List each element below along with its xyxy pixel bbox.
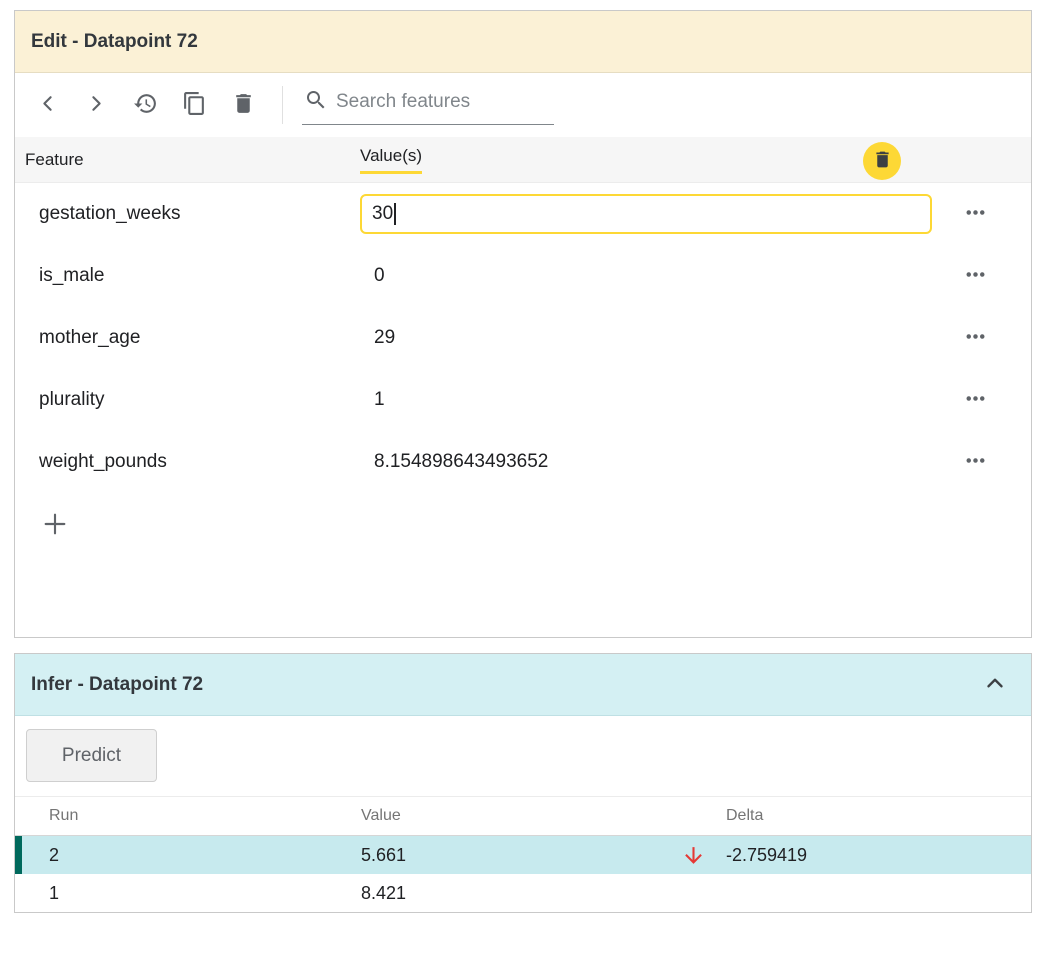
next-datapoint-button[interactable] [76, 85, 116, 125]
feature-row: is_male 0 [15, 245, 1031, 307]
feature-row-menu-button[interactable] [941, 323, 1031, 353]
feature-row: weight_pounds 8.154898643493652 [15, 431, 1031, 493]
edit-panel-title: Edit - Datapoint 72 [31, 31, 198, 53]
delta-value: -2.759419 [726, 845, 807, 866]
edit-datapoint-panel: Edit - Datapoint 72 [14, 10, 1032, 638]
prediction-value: 5.661 [361, 845, 406, 865]
feature-value[interactable]: 1 [360, 389, 385, 411]
feature-value-input[interactable]: 30 [360, 194, 932, 234]
trash-icon [872, 149, 893, 173]
feature-row: mother_age 29 [15, 307, 1031, 369]
history-icon [133, 91, 158, 119]
feature-column-header: Feature [25, 150, 84, 169]
arrow-down-icon [661, 843, 726, 868]
collapse-panel-button[interactable] [975, 665, 1015, 705]
history-button[interactable] [125, 85, 165, 125]
value-column-header: Value(s) [360, 146, 422, 174]
edit-panel-header: Edit - Datapoint 72 [15, 11, 1031, 73]
search-features-input[interactable] [336, 91, 552, 113]
value-column-header: Value [361, 807, 401, 824]
chevron-right-icon [84, 91, 109, 119]
more-horiz-icon [962, 447, 989, 477]
prediction-value: 8.421 [361, 883, 406, 903]
toolbar-divider [282, 86, 283, 124]
chevron-left-icon [35, 91, 60, 119]
duplicate-button[interactable] [174, 85, 214, 125]
text-caret [394, 203, 396, 225]
delete-datapoint-button[interactable] [223, 85, 263, 125]
prev-datapoint-button[interactable] [27, 85, 67, 125]
run-number: 2 [49, 845, 59, 865]
feature-name: weight_pounds [39, 451, 167, 472]
feature-value: 30 [372, 203, 393, 225]
feature-rows: gestation_weeks 30 is_male 0 mother_ [15, 183, 1031, 493]
search-icon [304, 88, 328, 117]
delete-feature-button[interactable] [863, 142, 901, 180]
feature-value[interactable]: 8.154898643493652 [360, 451, 548, 473]
inference-table: Run Value Delta 2 5.661 -2.759419 1 8.42… [15, 796, 1031, 912]
feature-table-header: Feature Value(s) [15, 137, 1031, 183]
trash-icon [231, 91, 256, 119]
run-number: 1 [49, 883, 59, 903]
infer-panel-title: Infer - Datapoint 72 [31, 674, 203, 696]
predict-button[interactable]: Predict [26, 729, 157, 782]
feature-row-menu-button[interactable] [941, 261, 1031, 291]
more-horiz-icon [962, 261, 989, 291]
infer-panel-body: Predict Run Value Delta 2 5.661 -2.75941… [15, 716, 1031, 912]
feature-name: mother_age [39, 327, 140, 348]
feature-value[interactable]: 29 [360, 327, 395, 349]
feature-value[interactable]: 0 [360, 265, 385, 287]
more-horiz-icon [962, 385, 989, 415]
feature-row: gestation_weeks 30 [15, 183, 1031, 245]
infer-panel-header: Infer - Datapoint 72 [15, 654, 1031, 716]
edit-toolbar [15, 73, 1031, 137]
add-feature-button[interactable] [35, 505, 75, 545]
more-horiz-icon [962, 199, 989, 229]
infer-datapoint-panel: Infer - Datapoint 72 Predict Run Value D… [14, 653, 1032, 913]
feature-row-menu-button[interactable] [941, 199, 1031, 229]
chevron-up-icon [982, 670, 1008, 699]
run-column-header: Run [49, 807, 78, 824]
inference-row-selected[interactable]: 2 5.661 -2.759419 [15, 836, 1031, 874]
more-horiz-icon [962, 323, 989, 353]
delta-column-header: Delta [726, 807, 763, 825]
page: Edit - Datapoint 72 [0, 0, 1046, 923]
search-features-box[interactable] [302, 86, 554, 125]
feature-row-menu-button[interactable] [941, 447, 1031, 477]
copy-icon [182, 91, 207, 119]
feature-row-menu-button[interactable] [941, 385, 1031, 415]
feature-name: is_male [39, 265, 104, 286]
inference-table-header: Run Value Delta [15, 796, 1031, 836]
feature-name: gestation_weeks [39, 203, 181, 224]
feature-row: plurality 1 [15, 369, 1031, 431]
feature-name: plurality [39, 389, 104, 410]
inference-row[interactable]: 1 8.421 [15, 874, 1031, 912]
plus-icon [39, 508, 71, 543]
